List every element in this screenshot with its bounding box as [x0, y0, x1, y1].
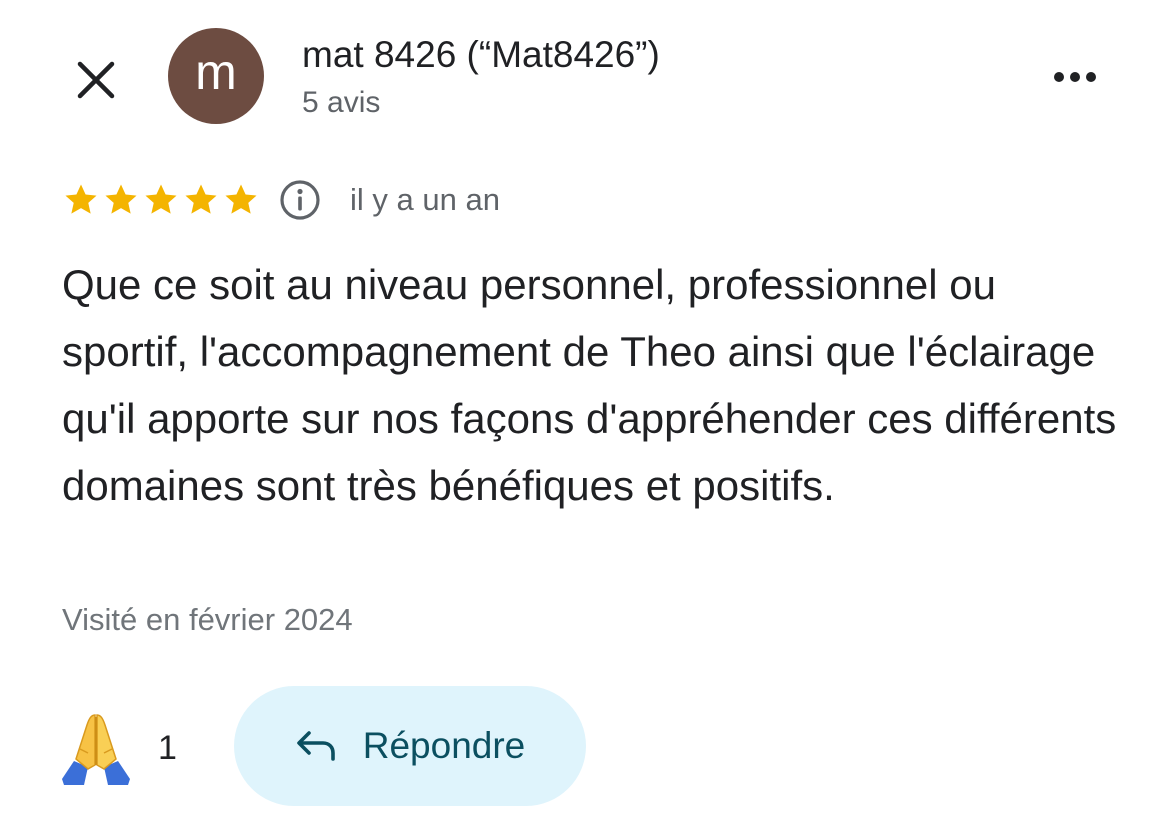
folded-hands-icon	[62, 714, 130, 785]
reaction-button[interactable]: 1	[58, 708, 177, 788]
star-rating	[62, 181, 260, 219]
review-date: il y a un an	[350, 182, 500, 217]
author-name[interactable]: mat 8426 (“Mat8426”)	[302, 34, 660, 76]
star-icon	[105, 184, 137, 214]
author-review-count: 5 avis	[302, 86, 381, 119]
review-panel: m mat 8426 (“Mat8426”) 5 avis il y a un …	[0, 0, 1169, 820]
star-icon	[65, 184, 97, 214]
reaction-count: 1	[158, 728, 177, 767]
rating-row: il y a un an	[62, 176, 500, 224]
star-icon	[185, 184, 217, 214]
star-icon	[145, 184, 177, 214]
more-options-button[interactable]	[1040, 52, 1110, 102]
review-text: Que ce soit au niveau personnel, profess…	[62, 261, 1117, 509]
visit-date: Visité en février 2024	[62, 602, 353, 637]
reply-label: Répondre	[362, 725, 526, 766]
avatar[interactable]: m	[168, 28, 264, 124]
reply-button[interactable]: Répondre	[234, 686, 586, 806]
reply-arrow-icon	[296, 731, 335, 761]
close-icon	[77, 61, 115, 99]
more-horizontal-icon	[1054, 72, 1064, 82]
info-icon[interactable]	[278, 178, 322, 222]
avatar-letter: m	[195, 44, 237, 100]
star-icon	[225, 184, 257, 214]
close-button[interactable]	[66, 50, 126, 110]
